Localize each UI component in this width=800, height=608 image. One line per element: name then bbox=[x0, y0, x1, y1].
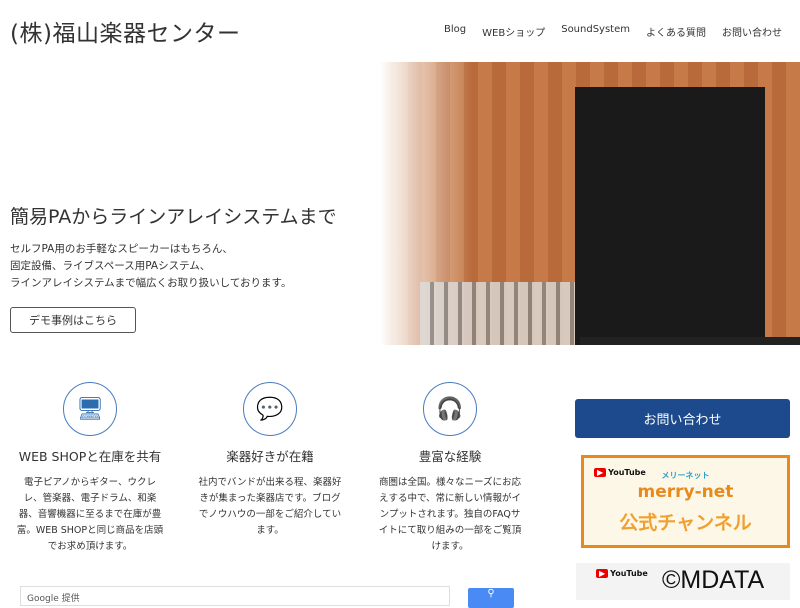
nav-webshop[interactable]: WEBショップ bbox=[482, 24, 545, 39]
search-input[interactable]: Google 提供 bbox=[20, 586, 450, 606]
nav-faq[interactable]: よくある質問 bbox=[646, 24, 706, 39]
feature-title: WEB SHOPと在庫を共有 bbox=[18, 449, 162, 464]
feature-desc: 商圏は全国。様々なニーズにお応えする中で、常に新しい情報がインプットされます。独… bbox=[378, 477, 522, 552]
nav-contact[interactable]: お問い合わせ bbox=[722, 24, 782, 39]
demo-button[interactable]: デモ事例はこちら bbox=[10, 307, 136, 333]
hero-text: セルフPA用のお手軽なスピーカーはもちろん、 固定設備、ライブスペース用PAシス… bbox=[10, 241, 292, 292]
feature-desc: 社内でバンドが出来る程、楽器好きが集まった楽器店です。ブログでノウハウの一部をご… bbox=[198, 477, 342, 536]
hero: 簡易PAからラインアレイシステムまで セルフPA用のお手軽なスピーカーはもちろん… bbox=[0, 62, 800, 345]
search-button[interactable]: ⚲ bbox=[468, 588, 514, 608]
feature-title: 豊富な経験 bbox=[418, 449, 482, 464]
chat-icon: 💬 bbox=[243, 382, 297, 436]
hero-speaker-base bbox=[580, 337, 800, 345]
banner-sub: メリーネット bbox=[661, 471, 710, 480]
search-icon: ⚲ bbox=[487, 588, 495, 599]
hero-line: ラインアレイシステムまで幅広くお取り扱いしております。 bbox=[10, 277, 292, 289]
hero-title: 簡易PAからラインアレイシステムまで bbox=[10, 206, 337, 228]
youtube-banner[interactable]: ▶ YouTube メリーネット merry-net 公式チャンネル bbox=[581, 455, 790, 548]
features: 🖥 WEB SHOPと在庫を共有 電子ピアノからギター、ウクレレ、管楽器、電子ド… bbox=[0, 382, 540, 555]
feature-title: 楽器好きが在籍 bbox=[226, 449, 314, 464]
hero-line: セルフPA用のお手軽なスピーカーはもちろん、 bbox=[10, 243, 233, 255]
site-logo[interactable]: (株)福山楽器センター bbox=[10, 14, 240, 48]
feature-desc: 電子ピアノからギター、ウクレレ、管楽器、電子ドラム、和楽器、音響機器に至るまで在… bbox=[16, 477, 164, 552]
header: (株)福山楽器センター Blog WEBショップ SoundSystem よくあ… bbox=[0, 0, 800, 62]
nav-soundsystem[interactable]: SoundSystem bbox=[561, 24, 630, 39]
hero-seats bbox=[420, 282, 590, 345]
nav-blog[interactable]: Blog bbox=[444, 24, 466, 39]
watermark: ©MDATA bbox=[662, 566, 765, 594]
feature-staff: 💬 楽器好きが在籍 社内でバンドが出来る程、楽器好きが集まった楽器店です。ブログ… bbox=[180, 382, 360, 555]
hero-line: 固定設備、ライブスペース用PAシステム、 bbox=[10, 260, 211, 272]
main-nav: Blog WEBショップ SoundSystem よくある質問 お問い合わせ bbox=[444, 24, 782, 39]
contact-button[interactable]: お問い合わせ bbox=[575, 399, 790, 438]
banner-name: merry-net bbox=[637, 482, 734, 502]
monitor-icon: 🖥 bbox=[63, 382, 117, 436]
hero-speaker bbox=[575, 87, 765, 345]
youtube-logo: ▶ YouTube bbox=[596, 569, 648, 578]
feature-experience: 🎧 豊富な経験 商圏は全国。様々なニーズにお応えする中で、常に新しい情報がインプ… bbox=[360, 382, 540, 555]
banner-channel: 公式チャンネル bbox=[619, 512, 752, 534]
headset-icon: 🎧 bbox=[423, 382, 477, 436]
feature-webshop: 🖥 WEB SHOPと在庫を共有 電子ピアノからギター、ウクレレ、管楽器、電子ド… bbox=[0, 382, 180, 555]
